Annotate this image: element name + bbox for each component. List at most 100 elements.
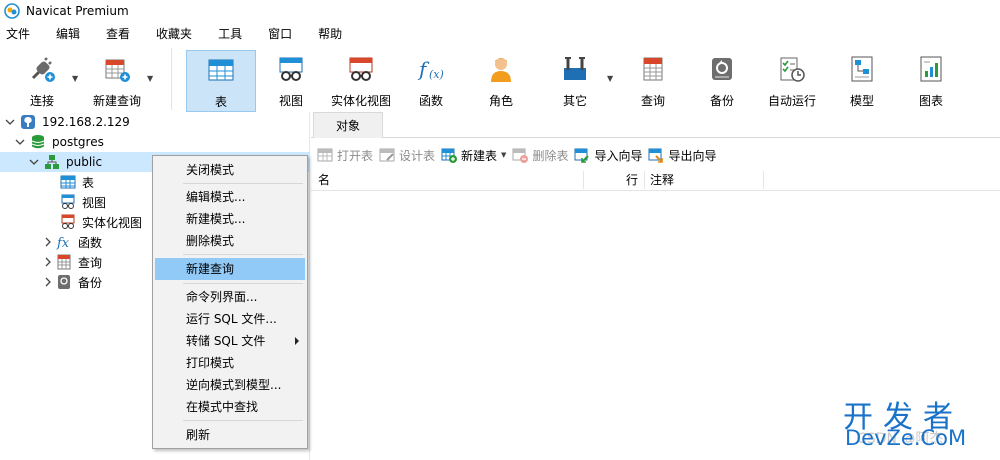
design-table-icon [379, 148, 395, 162]
chevron-right-icon[interactable] [42, 236, 54, 248]
backup-icon [58, 275, 70, 289]
materialized-view-icon [349, 57, 373, 81]
tree-item-views[interactable]: 视图 [56, 192, 106, 212]
design-table-button[interactable]: 设计表 [379, 147, 435, 164]
new-query-icon [105, 59, 130, 82]
column-divider[interactable] [583, 171, 584, 189]
elephant-connection-icon [21, 115, 35, 129]
tree-connection[interactable]: 192.168.2.129 [0, 112, 130, 132]
new-table-label: 新建表 [461, 148, 498, 163]
export-wizard-label: 导出向导 [668, 148, 717, 163]
table-icon [208, 59, 234, 81]
menu-separator [183, 254, 303, 255]
auto-run-button[interactable]: 自动运行 [764, 50, 820, 112]
import-wizard-label: 导入向导 [594, 148, 643, 163]
column-divider[interactable] [763, 171, 764, 189]
tree-item-functions[interactable]: fx 函数 [42, 232, 102, 252]
menu-item-dump-sql-file[interactable]: 转储 SQL 文件 [155, 330, 305, 352]
menu-edit[interactable]: 编辑 [48, 22, 88, 46]
menu-item-refresh[interactable]: 刷新 [155, 424, 305, 446]
tab-objects[interactable]: 对象 [313, 112, 383, 138]
tree-database[interactable]: postgres [14, 132, 104, 152]
view-icon [279, 57, 303, 81]
model-icon [851, 56, 873, 82]
tree-item-backups[interactable]: 备份 [42, 272, 102, 292]
menu-item-print-schema[interactable]: 打印模式 [155, 352, 305, 374]
query-button[interactable]: 查询 [626, 50, 680, 112]
query-icon [57, 254, 71, 270]
column-rows-header[interactable]: 行 [626, 169, 638, 191]
menu-item-close-schema[interactable]: 关闭模式 [155, 159, 305, 181]
other-dropdown-icon[interactable]: ▼ [607, 74, 613, 83]
other-button[interactable]: 其它 [548, 50, 602, 112]
chevron-down-icon[interactable] [14, 136, 26, 148]
function-icon: fx [56, 236, 70, 250]
object-tab-strip: 对象 [311, 112, 1000, 138]
open-table-icon [317, 148, 333, 162]
watermark-subtitle: DevZe.CoM [845, 426, 967, 450]
view-label: 视图 [278, 94, 303, 108]
query-label: 查询 [640, 94, 665, 108]
new-table-button[interactable]: 新建表 [441, 147, 497, 164]
open-table-button[interactable]: 打开表 [317, 147, 373, 164]
backup-button[interactable]: 备份 [695, 50, 749, 112]
svg-text:(x): (x) [429, 68, 444, 81]
menu-item-delete-schema[interactable]: 删除模式 [155, 230, 305, 252]
tree-item-tables[interactable]: 表 [56, 172, 94, 192]
chevron-down-icon[interactable] [4, 116, 16, 128]
chevron-down-icon[interactable] [28, 156, 40, 168]
menu-item-reverse-to-model[interactable]: 逆向模式到模型... [155, 374, 305, 396]
schema-icon [45, 155, 59, 169]
tree-item-label: 实体化视图 [82, 215, 143, 230]
delete-table-icon [512, 148, 529, 163]
view-button[interactable]: 视图 [262, 50, 320, 112]
connect-button[interactable]: 连接 [12, 50, 72, 112]
tree-item-materialized-views[interactable]: 实体化视图 [56, 212, 142, 232]
menu-window[interactable]: 窗口 [260, 22, 300, 46]
function-button[interactable]: f (x) 函数 [404, 50, 458, 112]
backup-icon [712, 58, 732, 80]
menu-item-find-in-schema[interactable]: 在模式中查找 [155, 396, 305, 418]
menu-favorites[interactable]: 收藏夹 [148, 22, 200, 46]
svg-text:fx: fx [56, 236, 70, 250]
menu-tools[interactable]: 工具 [210, 22, 250, 46]
export-wizard-button[interactable]: 导出向导 [648, 147, 716, 164]
export-icon [648, 148, 664, 163]
menu-item-edit-schema[interactable]: 编辑模式... [155, 186, 305, 208]
connect-dropdown-icon[interactable]: ▼ [72, 74, 78, 83]
model-button[interactable]: 模型 [836, 50, 888, 112]
chevron-right-icon[interactable] [42, 256, 54, 268]
menu-help[interactable]: 帮助 [310, 22, 350, 46]
menu-item-command-line[interactable]: 命令列界面... [155, 286, 305, 308]
schedule-checklist-icon [780, 57, 805, 82]
query-icon [643, 57, 663, 81]
chart-label: 图表 [918, 94, 943, 108]
tree-item-label: 函数 [78, 235, 103, 250]
menu-item-new-schema[interactable]: 新建模式... [155, 208, 305, 230]
open-table-label: 打开表 [337, 148, 374, 163]
materialized-view-button[interactable]: 实体化视图 [326, 50, 396, 112]
menu-view[interactable]: 查看 [98, 22, 138, 46]
import-wizard-button[interactable]: 导入向导 [574, 147, 642, 164]
chart-button[interactable]: 图表 [904, 50, 958, 112]
menu-separator [183, 420, 303, 421]
table-button[interactable]: 表 [186, 50, 256, 112]
new-query-button[interactable]: 新建查询 [88, 50, 146, 112]
object-toolbar: 打开表 设计表 新建表 ▼ 删除表 导入向导 导出向导 [311, 144, 1000, 166]
import-icon [574, 148, 590, 163]
chart-icon [920, 56, 942, 82]
tree-item-queries[interactable]: 查询 [42, 252, 102, 272]
new-table-dropdown-icon[interactable]: ▼ [501, 151, 506, 159]
user-icon [491, 58, 511, 82]
menu-item-new-query[interactable]: 新建查询 [155, 258, 305, 280]
new-query-dropdown-icon[interactable]: ▼ [147, 74, 153, 83]
column-comment-header[interactable]: 注释 [650, 169, 674, 191]
delete-table-button[interactable]: 删除表 [512, 147, 568, 164]
menu-item-run-sql-file[interactable]: 运行 SQL 文件... [155, 308, 305, 330]
column-divider[interactable] [644, 171, 645, 189]
menu-bar: 文件 编辑 查看 收藏夹 工具 窗口 帮助 [0, 22, 1000, 46]
role-button[interactable]: 角色 [474, 50, 528, 112]
column-name-header[interactable]: 名 [318, 169, 330, 191]
menu-file[interactable]: 文件 [0, 22, 38, 46]
chevron-right-icon[interactable] [42, 276, 54, 288]
